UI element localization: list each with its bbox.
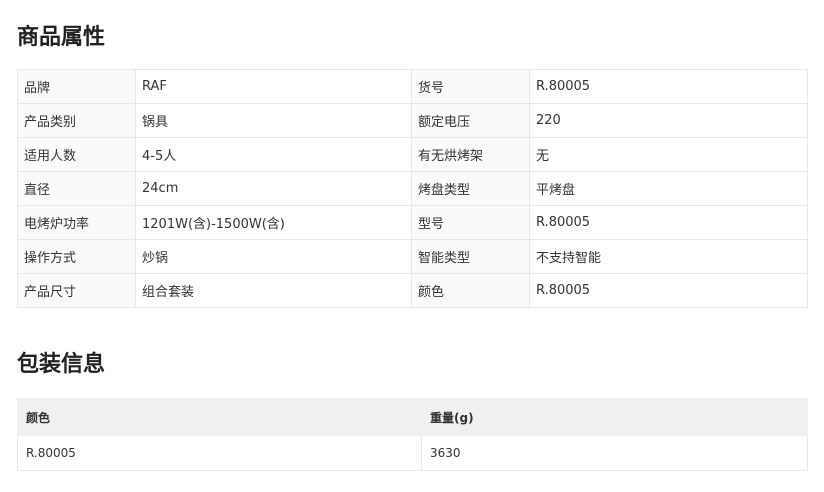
attribute-value: 4-5人	[135, 137, 412, 172]
attribute-value: 无	[529, 137, 808, 172]
packaging-row: R.80005 3630	[17, 435, 808, 471]
attribute-value: 1201W(含)-1500W(含)	[135, 205, 412, 240]
packaging-info-title: 包装信息	[17, 352, 106, 377]
attribute-key: 产品尺寸	[17, 273, 136, 308]
attribute-value: 炒锅	[135, 239, 412, 274]
attribute-value: 不支持智能	[529, 239, 808, 274]
attribute-row: 品牌 RAF 货号 R.80005	[17, 69, 808, 104]
attribute-key: 额定电压	[411, 103, 530, 138]
attribute-row: 产品类别 锅具 额定电压 220	[17, 103, 808, 138]
packaging-header-row: 颜色 重量(g)	[17, 398, 808, 436]
attribute-row: 操作方式 炒锅 智能类型 不支持智能	[17, 239, 808, 274]
attribute-key: 适用人数	[17, 137, 136, 172]
attribute-value: R.80005	[529, 273, 808, 308]
attribute-key: 智能类型	[411, 239, 530, 274]
attribute-key: 货号	[411, 69, 530, 104]
attribute-value: RAF	[135, 69, 412, 104]
attribute-value: 24cm	[135, 171, 412, 206]
attribute-key: 电烤炉功率	[17, 205, 136, 240]
attribute-key: 品牌	[17, 69, 136, 104]
packaging-weight-cell: 3630	[421, 435, 808, 471]
attribute-key: 烤盘类型	[411, 171, 530, 206]
packaging-color-cell: R.80005	[17, 435, 422, 471]
attribute-row: 产品尺寸 组合套装 颜色 R.80005	[17, 273, 808, 308]
attribute-value: 220	[529, 103, 808, 138]
attribute-row: 电烤炉功率 1201W(含)-1500W(含) 型号 R.80005	[17, 205, 808, 240]
column-header-color: 颜色	[17, 398, 422, 436]
attribute-value: 组合套装	[135, 273, 412, 308]
product-attributes-table: 品牌 RAF 货号 R.80005 产品类别 锅具 额定电压 220 适用人数 …	[17, 69, 808, 308]
packaging-info-table: 颜色 重量(g) R.80005 3630	[17, 398, 808, 471]
product-attributes-title: 商品属性	[17, 25, 106, 50]
column-header-weight: 重量(g)	[421, 398, 808, 436]
attribute-value: 平烤盘	[529, 171, 808, 206]
attribute-row: 直径 24cm 烤盘类型 平烤盘	[17, 171, 808, 206]
attribute-row: 适用人数 4-5人 有无烘烤架 无	[17, 137, 808, 172]
attribute-key: 直径	[17, 171, 136, 206]
attribute-key: 颜色	[411, 273, 530, 308]
attribute-key: 型号	[411, 205, 530, 240]
attribute-value: R.80005	[529, 69, 808, 104]
attribute-value: 锅具	[135, 103, 412, 138]
attribute-key: 产品类别	[17, 103, 136, 138]
attribute-key: 有无烘烤架	[411, 137, 530, 172]
attribute-value: R.80005	[529, 205, 808, 240]
attribute-key: 操作方式	[17, 239, 136, 274]
